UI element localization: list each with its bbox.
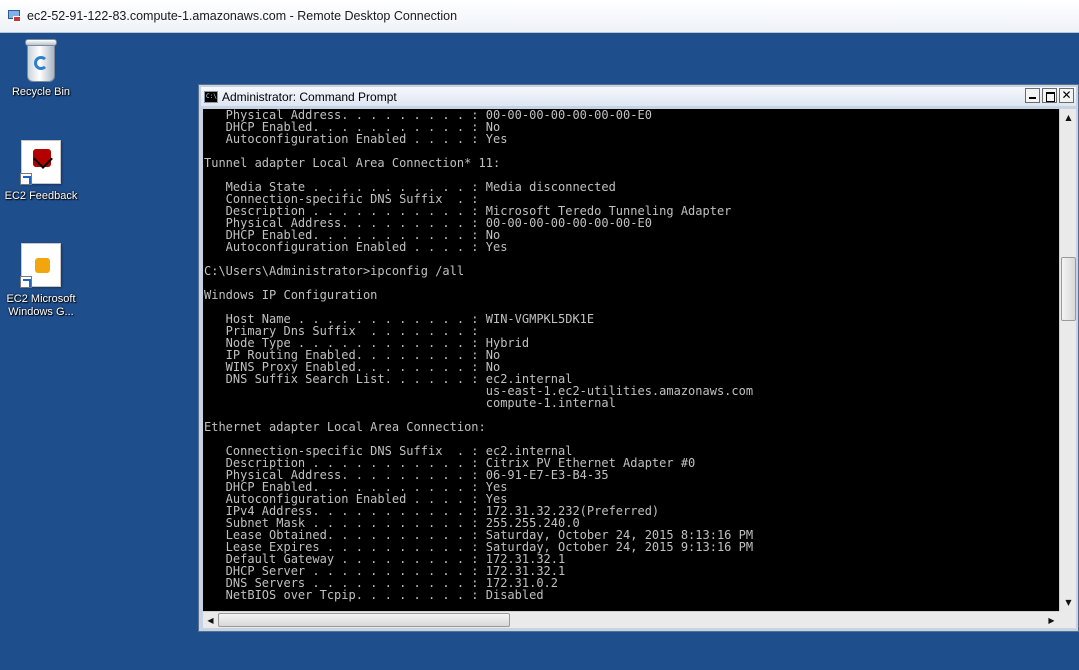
desktop-icon-ec2-windows-guide[interactable]: EC2 Microsoft Windows G... (0, 243, 82, 319)
scroll-down-arrow-icon[interactable]: ▼ (1061, 595, 1076, 610)
ec2-windows-guide-icon (20, 243, 61, 288)
desktop-icon-label: Recycle Bin (11, 86, 71, 98)
console-line: Autoconfiguration Enabled . . . . : Yes (204, 240, 508, 254)
close-button[interactable]: ✕ (1059, 88, 1074, 103)
shortcut-arrow-icon (20, 173, 32, 185)
desktop-icon-recycle-bin[interactable]: Recycle Bin (0, 36, 82, 99)
console-line: Windows IP Configuration (204, 288, 378, 302)
horizontal-scroll-thumb[interactable] (218, 613, 510, 627)
cmd-titlebar[interactable]: C:\ Administrator: Command Prompt ✕ (201, 87, 1076, 106)
console-output[interactable]: Physical Address. . . . . . . . . : 00-0… (203, 109, 1059, 611)
console-line: compute-1.internal (204, 396, 616, 410)
scroll-left-arrow-icon[interactable]: ◀ (203, 613, 218, 628)
console-line: Autoconfiguration Enabled . . . . : Yes (204, 132, 508, 146)
desktop-icon-label: EC2 Microsoft Windows G... (6, 293, 76, 318)
desktop-icon-ec2-feedback[interactable]: EC2 Feedback (0, 140, 82, 203)
minimize-button[interactable] (1025, 88, 1040, 103)
desktop-icon-label: EC2 Feedback (4, 190, 78, 202)
rdp-titlebar[interactable]: ec2-52-91-122-83.compute-1.amazonaws.com… (0, 0, 1079, 33)
console-line: NetBIOS over Tcpip. . . . . . . . : Disa… (204, 588, 544, 602)
cmd-window-title: Administrator: Command Prompt (222, 89, 397, 104)
recycle-bin-icon (23, 36, 59, 84)
scroll-right-arrow-icon[interactable]: ▶ (1044, 613, 1059, 628)
remote-desktop-icon (8, 9, 22, 23)
command-prompt-window[interactable]: C:\ Administrator: Command Prompt ✕ Phys… (198, 84, 1079, 632)
console-text: Physical Address. . . . . . . . . : 00-0… (203, 109, 1059, 601)
vertical-scroll-thumb[interactable] (1061, 257, 1076, 321)
console-line: C:\Users\Administrator>ipconfig /all (204, 264, 465, 278)
console-line: Ethernet adapter Local Area Connection: (204, 420, 486, 434)
horizontal-scrollbar[interactable]: ◀ ▶ (203, 611, 1059, 628)
rdp-window-title: ec2-52-91-122-83.compute-1.amazonaws.com… (27, 9, 458, 23)
ec2-feedback-icon (20, 140, 61, 185)
cmd-icon: C:\ (204, 90, 218, 103)
shortcut-arrow-icon (20, 276, 32, 288)
scrollbar-corner (1059, 611, 1076, 628)
vertical-scrollbar[interactable]: ▲ ▼ (1059, 109, 1076, 611)
maximize-button[interactable] (1042, 88, 1057, 103)
console-line: Tunnel adapter Local Area Connection* 11… (204, 156, 501, 170)
scroll-up-arrow-icon[interactable]: ▲ (1061, 110, 1076, 125)
